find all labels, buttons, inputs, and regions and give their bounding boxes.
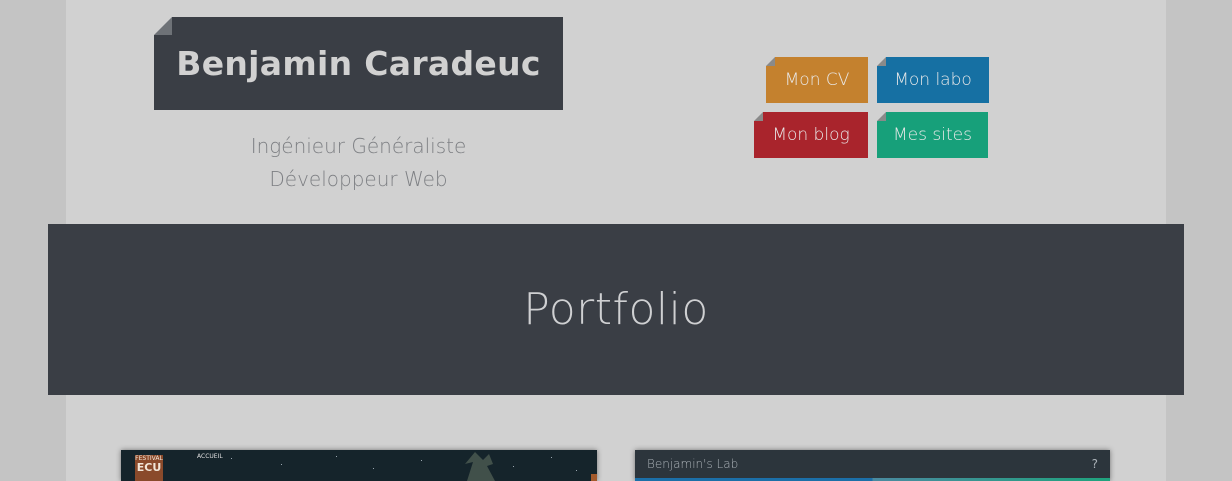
festival-logo-main: ECU <box>136 461 162 474</box>
nav-sites-label: Mes sites <box>893 125 972 145</box>
nav-blog-label: Mon blog <box>772 125 850 145</box>
folded-corner <box>877 112 886 121</box>
folded-corner <box>754 112 763 121</box>
tagline-developer: Développeur Web <box>269 167 448 191</box>
card-menu-item: ACCUEIL <box>197 453 223 460</box>
festival-logo: FESTIVAL ECU <box>135 455 163 481</box>
portfolio-banner: Portfolio <box>48 224 1184 395</box>
site-title-text: Benjamin Caradeuc <box>176 44 541 83</box>
folded-corner <box>766 57 775 66</box>
portfolio-card-festival[interactable]: FESTIVAL ECU ACCUEIL <box>121 450 597 481</box>
section-title: Portfolio <box>523 284 709 335</box>
nav-blog-button[interactable]: Mon blog <box>754 112 868 158</box>
site-title[interactable]: Benjamin Caradeuc <box>154 17 563 110</box>
portfolio-card-lab[interactable]: Benjamin's Lab ? <box>635 450 1110 481</box>
nav-cv-button[interactable]: Mon CV <box>766 57 868 103</box>
nav-sites-button[interactable]: Mes sites <box>877 112 988 158</box>
card-corner-tab <box>591 474 597 481</box>
nav-labo-label: Mon labo <box>894 70 972 90</box>
lab-card-title: Benjamin's Lab <box>647 457 739 471</box>
help-icon[interactable]: ? <box>1092 457 1098 471</box>
folded-corner <box>154 17 172 35</box>
nav-labo-button[interactable]: Mon labo <box>877 57 989 103</box>
folded-corner <box>877 57 886 66</box>
nav-cv-label: Mon CV <box>784 70 850 90</box>
tree-icon <box>465 452 495 481</box>
tagline-engineer: Ingénieur Généraliste <box>250 134 467 158</box>
